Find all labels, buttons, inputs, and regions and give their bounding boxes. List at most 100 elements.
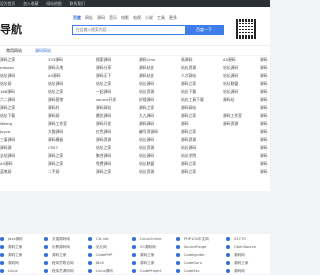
link-item[interactable]: 站长资源 [139,168,158,176]
link-item[interactable]: 站长网 [88,243,132,251]
link-item[interactable] [223,128,242,136]
link-item[interactable]: 源码源码 [139,120,158,128]
link-item[interactable]: 站长源码 [48,80,67,88]
link-item[interactable]: 源码分享 [96,64,116,72]
link-item[interactable]: A5源码 [48,72,67,80]
tab-baidu[interactable]: 百度 [73,15,81,21]
link-item[interactable]: 源码之家 [0,243,44,251]
link-item[interactable]: CodeGuru [176,259,226,267]
link-item[interactable]: SourceForge [176,243,226,251]
link-item[interactable] [223,168,242,176]
link-item[interactable]: 52CTO [226,235,270,243]
link-item[interactable]: 站长源码 [223,88,242,96]
link-item[interactable]: LinuxOnline [132,235,176,243]
tab-more[interactable]: 更多 [169,15,177,21]
link-item[interactable]: 源码之家 [132,251,176,259]
link-item[interactable]: C#.net [88,235,132,243]
link-item[interactable] [223,152,242,160]
link-item[interactable]: 源码工作室 [48,120,67,128]
link-item[interactable]: Joyca [0,128,15,136]
link-item[interactable]: 六二源码 [0,96,15,104]
link-item[interactable]: 源码 [260,160,268,168]
link-item[interactable]: 源码 [260,152,268,160]
link-item[interactable]: 源码模板 [48,136,67,144]
link-item[interactable]: 源码开发 [96,120,116,128]
link-item[interactable]: 源码网站 [181,104,204,112]
link-item[interactable] [223,160,242,168]
link-item[interactable]: VC源码网 [132,243,176,251]
link-item[interactable]: 源码之家 [0,56,15,64]
link-item[interactable]: 搜索源码 [96,56,116,64]
link-item[interactable]: 站长学院 [181,152,204,160]
link-item[interactable]: A5源码 [223,56,242,64]
site-logo[interactable]: 导航 [0,21,22,37]
tab-novel[interactable]: 小说 [145,15,153,21]
link-item[interactable]: 站长下载 [181,88,204,96]
link-item[interactable]: 天猫源码网 [44,235,88,243]
link-item[interactable] [223,144,242,152]
link-item[interactable]: 站长资源 [139,88,158,96]
link-item[interactable]: 源码 [260,88,268,96]
tab-url[interactable]: 网址 [85,15,93,21]
link-item[interactable]: 大猫源码 [48,128,67,136]
link-item[interactable]: 源码Cms [139,56,158,64]
link-item[interactable]: Wemg [0,120,15,128]
link-item[interactable]: 源码之家 [181,168,204,176]
link-item[interactable]: Codeigniter [176,251,226,259]
link-item[interactable]: 源码 [260,80,268,88]
link-item[interactable]: 九九源码 [139,112,158,120]
link-item[interactable]: 编号资源网 [139,128,158,136]
link-item[interactable]: 源码 [181,120,204,128]
link-item[interactable]: 站长资源 [181,64,204,72]
category-tab-common[interactable]: 常用网站 [6,48,22,54]
link-item[interactable]: 站长工具下载 [181,96,204,104]
link-item[interactable]: 源码村 [48,104,67,112]
link-item[interactable]: 免费源码 [96,160,116,168]
link-item[interactable]: 源码之家 [181,160,204,168]
link-item[interactable]: OpenSource [226,243,270,251]
link-item[interactable]: 源码之家 [48,160,67,168]
link-item[interactable]: 一起源码 [96,88,116,96]
link-item[interactable]: 源码站 [223,96,242,104]
link-item[interactable]: 源码之家 [226,259,270,267]
link-item[interactable]: 源码之家 [181,80,204,88]
link-item[interactable]: 全站源码 [0,152,15,160]
link-item[interactable]: 源码之家 [0,104,15,112]
link-item[interactable]: 源码 [260,128,268,136]
link-item[interactable]: 源码 [260,104,268,112]
link-item[interactable]: 源码资源 [181,136,204,144]
link-item[interactable]: 源码网 [0,259,44,267]
link-item[interactable]: 源码 [260,72,268,80]
link-item[interactable]: 源码 [260,168,268,176]
tab-tools[interactable]: 工具 [157,15,165,21]
link-item[interactable]: 聚合源码 [96,152,116,160]
link-item[interactable]: 源码之家 [44,251,88,259]
link-item[interactable]: 站长之家 [96,80,116,88]
link-item[interactable]: CodePHP [88,251,132,259]
link-item[interactable]: 源码之家 [48,152,67,160]
link-item[interactable]: 站长源码 [139,136,158,144]
link-item[interactable]: 站长联盟 [139,160,158,168]
link-item[interactable]: 源码 [260,136,268,144]
link-item[interactable]: 人才网站 [181,72,204,80]
link-item[interactable]: 333源码 [48,56,67,64]
link-item[interactable]: 站长源码 [181,144,204,152]
link-item[interactable]: A5源码 [0,160,15,168]
link-item[interactable]: 站长源码 [223,64,242,72]
link-item[interactable]: 源码之家 [96,168,116,176]
link-item[interactable]: 程序员联合网 [44,259,88,267]
link-item[interactable]: PHP100中文网 [176,235,226,243]
link-item[interactable]: 源码工作室 [223,112,242,120]
link-item[interactable]: 乐教源码网 [44,243,88,251]
link-item[interactable]: 源码天地 [48,64,67,72]
link-item[interactable]: 好搜源码 [139,96,158,104]
link-item[interactable]: Java源码 [0,235,44,243]
link-item[interactable]: 源码 [260,112,268,120]
link-item[interactable]: 二手网 [48,168,67,176]
link-item[interactable]: source开发 [96,96,116,104]
link-item[interactable]: 源码之家 [0,251,44,259]
link-item[interactable]: 源码网 [48,112,67,120]
link-item[interactable]: 源码资源 [223,120,242,128]
link-item[interactable]: 源码之家 [181,128,204,136]
tab-music[interactable]: 音乐 [109,15,117,21]
